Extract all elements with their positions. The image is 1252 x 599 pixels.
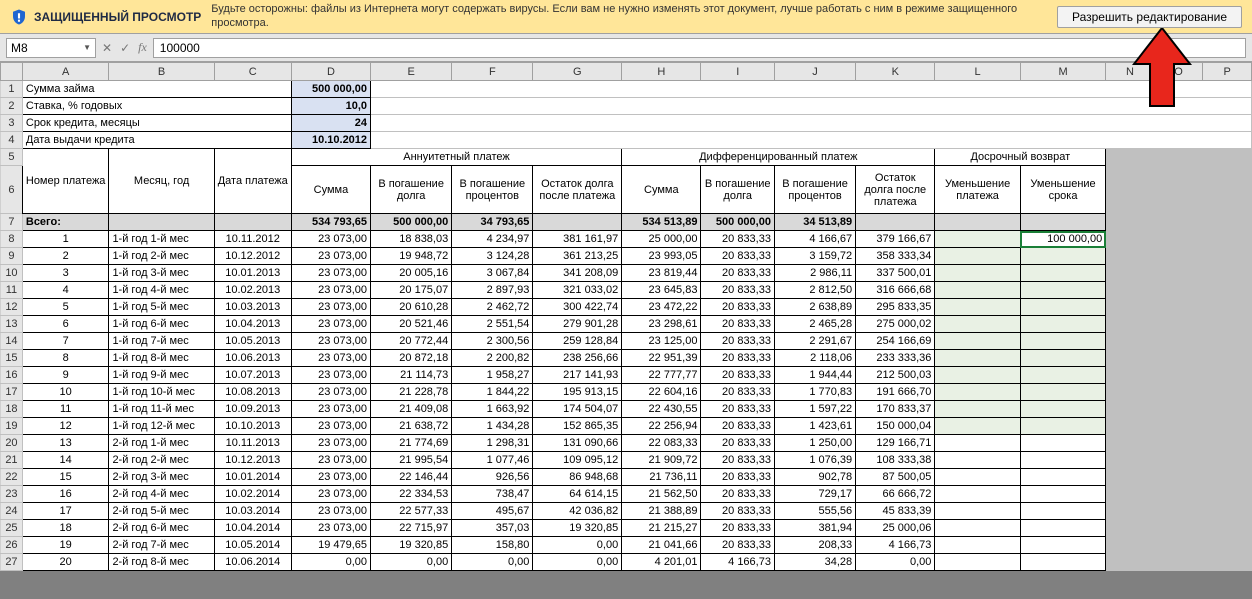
hdr-diff-balance[interactable]: Остаток долга после платежа [856, 166, 935, 214]
formula-bar: M8 ▼ ✕ ✓ fx [0, 34, 1252, 62]
cancel-formula-icon[interactable]: ✕ [102, 41, 112, 55]
table-row[interactable]: 22152-й год 3-й мес10.01.201423 073,0022… [1, 469, 1252, 486]
hdr-early-payment[interactable]: Уменьшение платежа [935, 166, 1020, 214]
table-row[interactable]: 1471-й год 7-й мес10.05.201323 073,0020 … [1, 333, 1252, 350]
table-row[interactable]: 1691-й год 9-й мес10.07.201323 073,0021 … [1, 367, 1252, 384]
row-header[interactable]: 1 [1, 81, 23, 98]
sheet-area[interactable]: ABCDEFGHIJKLMNOP 1 Сумма займа 500 000,0… [0, 62, 1252, 571]
value-date[interactable]: 10.10.2012 [291, 132, 370, 149]
hdr-early-term[interactable]: Уменьшение срока [1020, 166, 1105, 214]
table-row[interactable]: 811-й год 1-й мес10.11.201223 073,0018 8… [1, 231, 1252, 248]
enable-editing-button[interactable]: Разрешить редактирование [1057, 6, 1242, 28]
table-row[interactable]: 23162-й год 4-й мес10.02.201423 073,0022… [1, 486, 1252, 503]
hdr-group-annuity[interactable]: Аннуитетный платеж [291, 149, 621, 166]
annotation-arrow-icon [1132, 28, 1192, 108]
table-row[interactable]: 21142-й год 2-й мес10.12.201323 073,0021… [1, 452, 1252, 469]
hdr-number[interactable]: Номер платежа [22, 149, 109, 214]
table-row[interactable]: 1141-й год 4-й мес10.02.201323 073,0020 … [1, 282, 1252, 299]
hdr-diff-sum[interactable]: Сумма [622, 166, 701, 214]
hdr-ann-principal[interactable]: В погашение долга [371, 166, 452, 214]
label-date[interactable]: Дата выдачи кредита [22, 132, 291, 149]
hdr-ann-interest[interactable]: В погашение процентов [452, 166, 533, 214]
protected-view-banner: ЗАЩИЩЕННЫЙ ПРОСМОТР Будьте осторожны: фа… [0, 0, 1252, 34]
accept-formula-icon[interactable]: ✓ [120, 41, 130, 55]
table-row[interactable]: 1361-й год 6-й мес10.04.201323 073,0020 … [1, 316, 1252, 333]
label-loan-sum[interactable]: Сумма займа [22, 81, 291, 98]
table-row[interactable]: 1251-й год 5-й мес10.03.201323 073,0020 … [1, 299, 1252, 316]
hdr-diff-principal[interactable]: В погашение долга [701, 166, 775, 214]
value-rate[interactable]: 10,0 [291, 98, 370, 115]
hdr-diff-interest[interactable]: В погашение процентов [774, 166, 855, 214]
hdr-ann-sum[interactable]: Сумма [291, 166, 370, 214]
hdr-date[interactable]: Дата платежа [214, 149, 291, 214]
table-row[interactable]: 25182-й год 6-й мес10.04.201423 073,0022… [1, 520, 1252, 537]
spreadsheet-grid[interactable]: ABCDEFGHIJKLMNOP 1 Сумма займа 500 000,0… [0, 62, 1252, 571]
hdr-group-differentiated[interactable]: Дифференцированный платеж [622, 149, 935, 166]
column-headers[interactable]: ABCDEFGHIJKLMNOP [1, 63, 1252, 81]
table-row[interactable]: 20132-й год 1-й мес10.11.201323 073,0021… [1, 435, 1252, 452]
name-box[interactable]: M8 ▼ [6, 38, 96, 58]
table-row[interactable]: 26192-й год 7-й мес10.05.201419 479,6519… [1, 537, 1252, 554]
table-row[interactable]: 921-й год 2-й мес10.12.201223 073,0019 9… [1, 248, 1252, 265]
formula-input[interactable] [153, 38, 1246, 58]
value-term[interactable]: 24 [291, 115, 370, 132]
hdr-ann-balance[interactable]: Остаток долга после платежа [533, 166, 622, 214]
shield-icon [10, 8, 28, 26]
table-row[interactable]: 1581-й год 8-й мес10.06.201323 073,0020 … [1, 350, 1252, 367]
chevron-down-icon: ▼ [83, 43, 91, 52]
table-row[interactable]: 24172-й год 5-й мес10.03.201423 073,0022… [1, 503, 1252, 520]
table-row[interactable]: 19121-й год 12-й мес10.10.201323 073,002… [1, 418, 1252, 435]
name-box-value: M8 [11, 41, 28, 55]
banner-title: ЗАЩИЩЕННЫЙ ПРОСМОТР [34, 10, 201, 24]
fx-icon[interactable]: fx [138, 40, 147, 55]
table-row[interactable]: 17101-й год 10-й мес10.08.201323 073,002… [1, 384, 1252, 401]
value-loan-sum[interactable]: 500 000,00 [291, 81, 370, 98]
totals-label[interactable]: Всего: [22, 214, 109, 231]
table-row[interactable]: 27202-й год 8-й мес10.06.20140,000,000,0… [1, 554, 1252, 571]
table-row[interactable]: 18111-й год 11-й мес10.09.201323 073,002… [1, 401, 1252, 418]
table-row[interactable]: 1031-й год 3-й мес10.01.201323 073,0020 … [1, 265, 1252, 282]
hdr-month[interactable]: Месяц, год [109, 149, 214, 214]
label-rate[interactable]: Ставка, % годовых [22, 98, 291, 115]
banner-message: Будьте осторожны: файлы из Интернета мог… [211, 3, 1057, 29]
hdr-group-early[interactable]: Досрочный возврат [935, 149, 1106, 166]
label-term[interactable]: Срок кредита, месяцы [22, 115, 291, 132]
